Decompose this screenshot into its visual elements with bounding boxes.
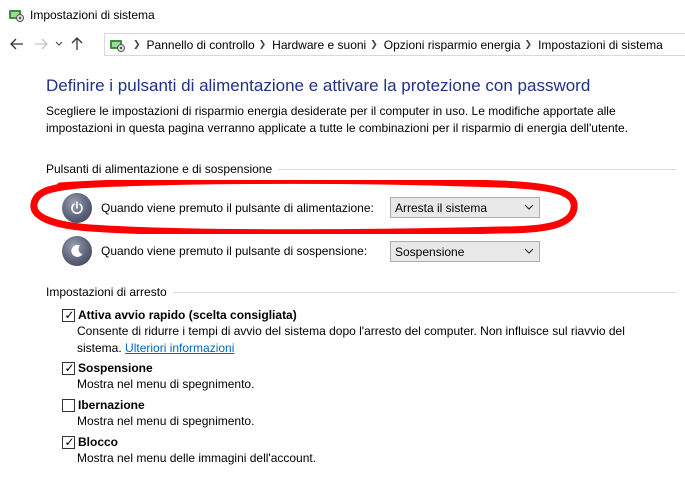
- shutdown-settings-group-header: Impostazioni di arresto: [46, 285, 676, 299]
- sleep-option: ✓ Sospensione Mostra nel menu di spegnim…: [62, 360, 672, 393]
- up-icon[interactable]: [66, 33, 88, 55]
- power-button-action-value: Arresta il sistema: [395, 200, 488, 215]
- lock-label[interactable]: Blocco: [78, 435, 118, 449]
- breadcrumb-separator-icon[interactable]: ❯: [133, 39, 141, 50]
- recent-locations-chevron-icon[interactable]: [52, 33, 66, 55]
- breadcrumb-system-settings[interactable]: Impostazioni di sistema: [538, 38, 663, 52]
- sleep-label[interactable]: Sospensione: [78, 361, 153, 375]
- sleep-button-label: Quando viene premuto il pulsante di sosp…: [101, 244, 368, 258]
- checkmark-icon: ✓: [64, 360, 75, 375]
- page-title: Definire i pulsanti di alimentazione e a…: [46, 76, 591, 95]
- control-panel-icon: [109, 37, 125, 53]
- fast-startup-option: ✓ Attiva avvio rapido (scelta consigliat…: [62, 307, 672, 357]
- power-buttons-group-header: Pulsanti di alimentazione e di sospensio…: [46, 162, 676, 176]
- forward-icon[interactable]: [30, 33, 52, 55]
- divider: [172, 291, 676, 293]
- power-button-action-select[interactable]: Arresta il sistema: [390, 197, 540, 218]
- page-description: Scegliere le impostazioni di risparmio e…: [46, 104, 628, 135]
- fast-startup-label[interactable]: Attiva avvio rapido (scelta consigliata): [78, 308, 297, 322]
- chevron-down-icon: [524, 245, 534, 260]
- lock-description: Mostra nel menu delle immagini dell'acco…: [77, 451, 317, 465]
- breadcrumb-separator-icon[interactable]: ❯: [259, 39, 267, 50]
- breadcrumb-separator-icon[interactable]: ❯: [525, 39, 533, 50]
- moon-icon: [62, 236, 92, 266]
- fast-startup-description: Consente di ridurre i tempi di avvio del…: [77, 323, 667, 357]
- main-content: Definire i pulsanti di alimentazione e a…: [46, 76, 676, 137]
- power-icon: [62, 193, 92, 223]
- group-label: Impostazioni di arresto: [46, 285, 167, 299]
- title-bar: Impostazioni di sistema: [0, 0, 685, 30]
- breadcrumb-control-panel[interactable]: Pannello di controllo: [147, 38, 255, 52]
- breadcrumb-hardware-sound[interactable]: Hardware e suoni: [272, 38, 366, 52]
- lock-checkbox[interactable]: ✓: [62, 434, 75, 449]
- power-button-label: Quando viene premuto il pulsante di alim…: [101, 201, 374, 215]
- power-button-setting: Quando viene premuto il pulsante di alim…: [62, 193, 542, 223]
- hibernate-label[interactable]: Ibernazione: [78, 398, 145, 412]
- sleep-description: Mostra nel menu di spegnimento.: [77, 377, 255, 391]
- sleep-button-action-select[interactable]: Sospensione: [390, 241, 540, 262]
- checkmark-icon: ✓: [64, 307, 75, 322]
- sleep-checkbox[interactable]: ✓: [62, 360, 75, 375]
- navigation-bar: ❯ Pannello di controllo ❯ Hardware e suo…: [0, 30, 685, 58]
- lock-option: ✓ Blocco Mostra nel menu delle immagini …: [62, 434, 672, 467]
- hibernate-checkbox[interactable]: [62, 398, 75, 412]
- chevron-down-icon: [524, 201, 534, 216]
- group-label: Pulsanti di alimentazione e di sospensio…: [46, 162, 273, 176]
- back-icon[interactable]: [6, 33, 28, 55]
- window-title: Impostazioni di sistema: [30, 8, 155, 22]
- breadcrumb-power-options[interactable]: Opzioni risparmio energia: [384, 38, 521, 52]
- hibernate-description: Mostra nel menu di spegnimento.: [77, 414, 255, 428]
- control-panel-icon: [8, 7, 24, 23]
- more-info-link[interactable]: Ulteriori informazioni: [125, 341, 234, 355]
- checkmark-icon: ✓: [64, 434, 75, 449]
- sleep-button-setting: Quando viene premuto il pulsante di sosp…: [62, 236, 542, 266]
- fast-startup-checkbox[interactable]: ✓: [62, 307, 75, 322]
- hibernate-option: Ibernazione Mostra nel menu di spegnimen…: [62, 397, 672, 430]
- breadcrumb-separator-icon[interactable]: ❯: [370, 39, 378, 50]
- sleep-button-action-value: Sospensione: [395, 244, 465, 259]
- address-box[interactable]: ❯ Pannello di controllo ❯ Hardware e suo…: [104, 33, 685, 56]
- divider: [278, 168, 676, 170]
